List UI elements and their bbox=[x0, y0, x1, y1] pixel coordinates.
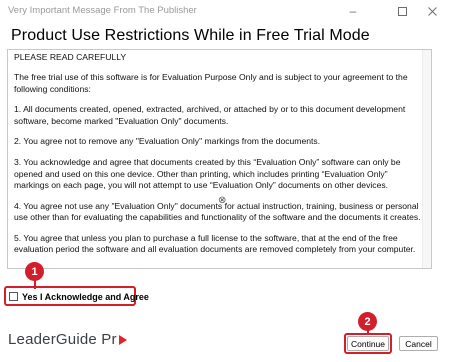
continue-button[interactable]: Continue bbox=[347, 336, 389, 351]
maximize-icon[interactable] bbox=[388, 2, 416, 20]
title-bar: Very Important Message From The Publishe… bbox=[0, 0, 450, 22]
terms-paragraph: 1. All documents created, opened, extrac… bbox=[14, 104, 406, 126]
terms-paragraph: 3. You acknowledge and agree that docume… bbox=[14, 157, 401, 190]
terms-text: PLEASE READ CAREFULLY The free trial use… bbox=[14, 52, 424, 266]
terms-paragraph: 2. You agree not to remove any "Evaluati… bbox=[14, 136, 321, 147]
terms-paragraph: The free trial use of this software is f… bbox=[14, 72, 408, 94]
acknowledge-checkbox[interactable] bbox=[9, 292, 18, 301]
window-title: Very Important Message From The Publishe… bbox=[8, 5, 197, 16]
callout-2-badge: 2 bbox=[358, 312, 377, 331]
logo-play-icon bbox=[118, 334, 127, 345]
acknowledge-checkbox-row[interactable]: Yes I Acknowledge and Agree bbox=[9, 290, 149, 303]
callout-1-badge: 1 bbox=[25, 262, 44, 281]
terms-paragraph: 5. You agree that unless you plan to pur… bbox=[14, 232, 416, 255]
leaderguide-logo: LeaderGuide Pr bbox=[8, 331, 128, 348]
dialog-heading: Product Use Restrictions While in Free T… bbox=[11, 27, 370, 44]
logo-text: LeaderGuide Pr bbox=[8, 331, 117, 348]
minimize-icon[interactable]: – bbox=[339, 2, 367, 20]
vertical-scrollbar[interactable] bbox=[422, 50, 431, 268]
cancel-button[interactable]: Cancel bbox=[399, 336, 438, 351]
terms-paragraph: PLEASE READ CAREFULLY bbox=[14, 52, 127, 62]
terms-text-box[interactable]: PLEASE READ CAREFULLY The free trial use… bbox=[7, 49, 432, 269]
acknowledge-label[interactable]: Yes I Acknowledge and Agree bbox=[22, 292, 149, 302]
text-cursor-icon: ⊗ bbox=[218, 195, 227, 206]
close-icon[interactable] bbox=[418, 2, 446, 20]
